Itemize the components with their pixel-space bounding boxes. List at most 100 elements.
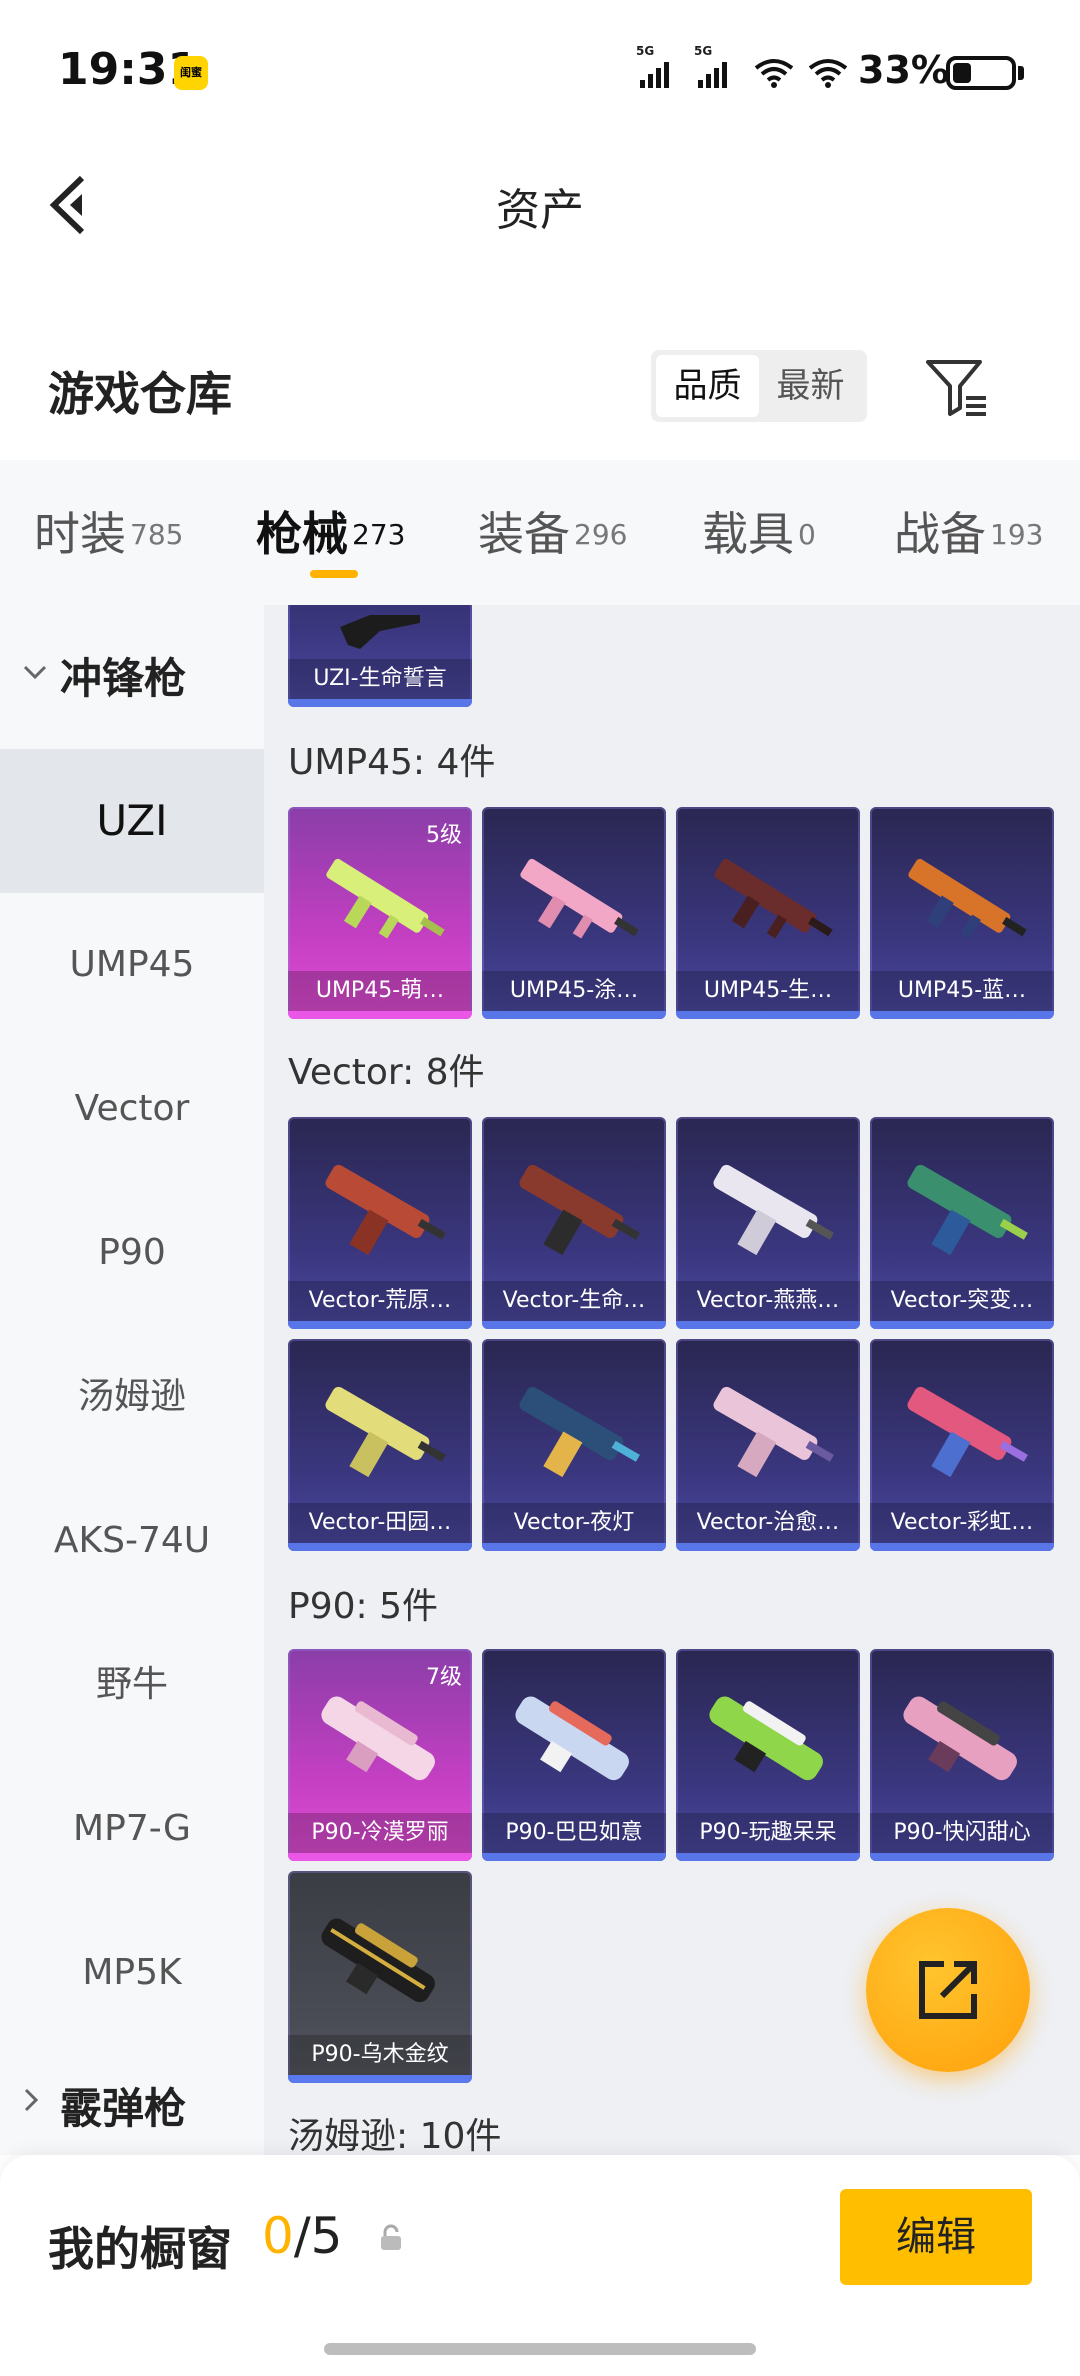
edit-button[interactable]: 编辑 bbox=[840, 2189, 1032, 2285]
tab-equipment[interactable]: 装备 296 bbox=[478, 498, 627, 564]
sidebar-group-shotgun[interactable]: 霰弹枪 bbox=[0, 2035, 264, 2165]
battery-icon bbox=[946, 56, 1016, 90]
sidebar-group-smg[interactable]: 冲锋枪 bbox=[0, 605, 264, 735]
share-button[interactable] bbox=[866, 1908, 1030, 2072]
item-name: Vector-田园… bbox=[288, 1503, 472, 1543]
vector-skin-icon bbox=[907, 1386, 1028, 1478]
item-card[interactable]: P90-玩趣呆呆 bbox=[676, 1649, 860, 1861]
item-name: UZI-生命誓言 bbox=[288, 659, 472, 699]
filter-button[interactable] bbox=[920, 352, 992, 424]
item-card[interactable]: 7级 P90-冷漠罗丽 bbox=[288, 1649, 472, 1861]
sidebar-item-mp7g[interactable]: MP7-G bbox=[0, 1757, 264, 1901]
item-name: Vector-生命… bbox=[482, 1281, 666, 1321]
item-card[interactable]: UZI-生命誓言 bbox=[288, 605, 472, 707]
sort-by-quality[interactable]: 品质 bbox=[656, 355, 759, 417]
item-card[interactable]: Vector-田园… bbox=[288, 1339, 472, 1551]
home-indicator[interactable] bbox=[324, 2343, 756, 2355]
rarity-bar bbox=[870, 1853, 1054, 1861]
sim1-label: 5G bbox=[636, 44, 655, 58]
item-card[interactable]: Vector-突变… bbox=[870, 1117, 1054, 1329]
rarity-bar bbox=[288, 1543, 472, 1551]
rarity-bar bbox=[870, 1543, 1054, 1551]
tab-label: 载具 bbox=[702, 507, 794, 561]
ump45-skin-icon bbox=[520, 858, 639, 939]
rarity-bar bbox=[288, 1011, 472, 1019]
tab-label: 装备 bbox=[478, 507, 570, 561]
item-card[interactable]: UMP45-蓝… bbox=[870, 807, 1054, 1019]
rarity-bar bbox=[482, 1853, 666, 1861]
sidebar-item-ump45[interactable]: UMP45 bbox=[0, 893, 264, 1037]
page-title: 资产 bbox=[496, 185, 584, 236]
sidebar-item-vector[interactable]: Vector bbox=[0, 1037, 264, 1181]
item-name: P90-巴巴如意 bbox=[482, 1813, 666, 1853]
rarity-bar bbox=[288, 1321, 472, 1329]
battery-tip bbox=[1018, 66, 1024, 80]
rarity-bar bbox=[676, 1011, 860, 1019]
filter-icon bbox=[926, 360, 986, 416]
tab-vehicles[interactable]: 载具 0 bbox=[702, 498, 816, 564]
item-card[interactable]: Vector-治愈… bbox=[676, 1339, 860, 1551]
sidebar-item-bizon[interactable]: 野牛 bbox=[0, 1613, 264, 1757]
item-name: UMP45-涂… bbox=[482, 971, 666, 1011]
item-level: 5级 bbox=[426, 823, 462, 848]
item-card[interactable]: Vector-夜灯 bbox=[482, 1339, 666, 1551]
item-name: Vector-荒原… bbox=[288, 1281, 472, 1321]
weapon-type-sidebar: 冲锋枪 UZI UMP45 Vector P90 汤姆逊 AKS-74U 野牛 … bbox=[0, 605, 264, 2155]
sidebar-item-mp5k[interactable]: MP5K bbox=[0, 1901, 264, 2045]
cell-signal-icon: 5G bbox=[636, 44, 680, 96]
rarity-bar bbox=[870, 1011, 1054, 1019]
vector-skin-icon bbox=[519, 1386, 640, 1478]
item-card[interactable]: Vector-生命… bbox=[482, 1117, 666, 1329]
item-name: UMP45-蓝… bbox=[870, 971, 1054, 1011]
item-card[interactable]: UMP45-涂… bbox=[482, 807, 666, 1019]
section-title-p90: P90: 5件 bbox=[288, 1586, 438, 1627]
rarity-bar bbox=[676, 1853, 860, 1861]
tab-count: 785 bbox=[130, 517, 184, 551]
app-root: 19:31 闺蜜 5G 5G 33% 资产 游戏仓库 品质 最新 时装 785 … bbox=[0, 0, 1080, 2376]
tab-count: 296 bbox=[574, 517, 628, 551]
vector-skin-icon bbox=[325, 1386, 446, 1478]
tab-fashion[interactable]: 时装 785 bbox=[34, 498, 183, 564]
rarity-bar bbox=[288, 699, 472, 707]
showcase-current: 0 bbox=[262, 2207, 294, 2265]
tab-label: 枪械 bbox=[256, 507, 348, 561]
rarity-bar bbox=[870, 1321, 1054, 1329]
ump45-skin-icon bbox=[326, 858, 445, 939]
vector-skin-icon bbox=[713, 1386, 834, 1478]
chevron-down-icon bbox=[23, 665, 47, 680]
item-card[interactable]: Vector-荒原… bbox=[288, 1117, 472, 1329]
showcase-label: 我的橱窗 bbox=[48, 2222, 232, 2276]
status-bar: 19:31 闺蜜 5G 5G 33% bbox=[0, 0, 1080, 140]
showcase-total: /5 bbox=[293, 2207, 343, 2265]
section-title-ump45: UMP45: 4件 bbox=[288, 742, 496, 783]
item-name: UMP45-萌… bbox=[288, 971, 472, 1011]
p90-skin-icon bbox=[321, 1918, 435, 2003]
wifi-icon bbox=[754, 59, 794, 88]
sidebar-group-label: 霰弹枪 bbox=[60, 2084, 187, 2133]
rarity-bar bbox=[288, 2075, 472, 2083]
lock-icon bbox=[381, 2224, 401, 2250]
item-name: UMP45-生… bbox=[676, 971, 860, 1011]
item-card[interactable]: P90-巴巴如意 bbox=[482, 1649, 666, 1861]
sidebar-item-thompson[interactable]: 汤姆逊 bbox=[0, 1325, 264, 1469]
item-card[interactable]: P90-快闪甜心 bbox=[870, 1649, 1054, 1861]
sidebar-group-label: 冲锋枪 bbox=[60, 654, 187, 703]
wifi-icon-2 bbox=[808, 59, 848, 88]
sidebar-item-p90[interactable]: P90 bbox=[0, 1181, 264, 1325]
tab-weapons[interactable]: 枪械 273 bbox=[256, 498, 405, 564]
item-card[interactable]: Vector-燕燕… bbox=[676, 1117, 860, 1329]
item-card[interactable]: UMP45-生… bbox=[676, 807, 860, 1019]
sidebar-item-uzi[interactable]: UZI bbox=[0, 749, 264, 893]
p90-skin-icon bbox=[321, 1696, 435, 1781]
tab-label: 战备 bbox=[894, 507, 986, 561]
cell-signal-icon-2: 5G bbox=[694, 44, 738, 96]
tab-combat-supplies[interactable]: 战备 193 bbox=[894, 498, 1043, 564]
item-card[interactable]: Vector-彩虹… bbox=[870, 1339, 1054, 1551]
sidebar-item-aks74u[interactable]: AKS-74U bbox=[0, 1469, 264, 1613]
battery-fill bbox=[953, 63, 971, 83]
item-card[interactable]: 5级 UMP45-萌… bbox=[288, 807, 472, 1019]
item-card[interactable]: P90-乌木金纹 bbox=[288, 1871, 472, 2083]
sort-by-newest[interactable]: 最新 bbox=[759, 355, 862, 417]
p90-skin-icon bbox=[709, 1696, 823, 1781]
item-name: P90-快闪甜心 bbox=[870, 1813, 1054, 1853]
